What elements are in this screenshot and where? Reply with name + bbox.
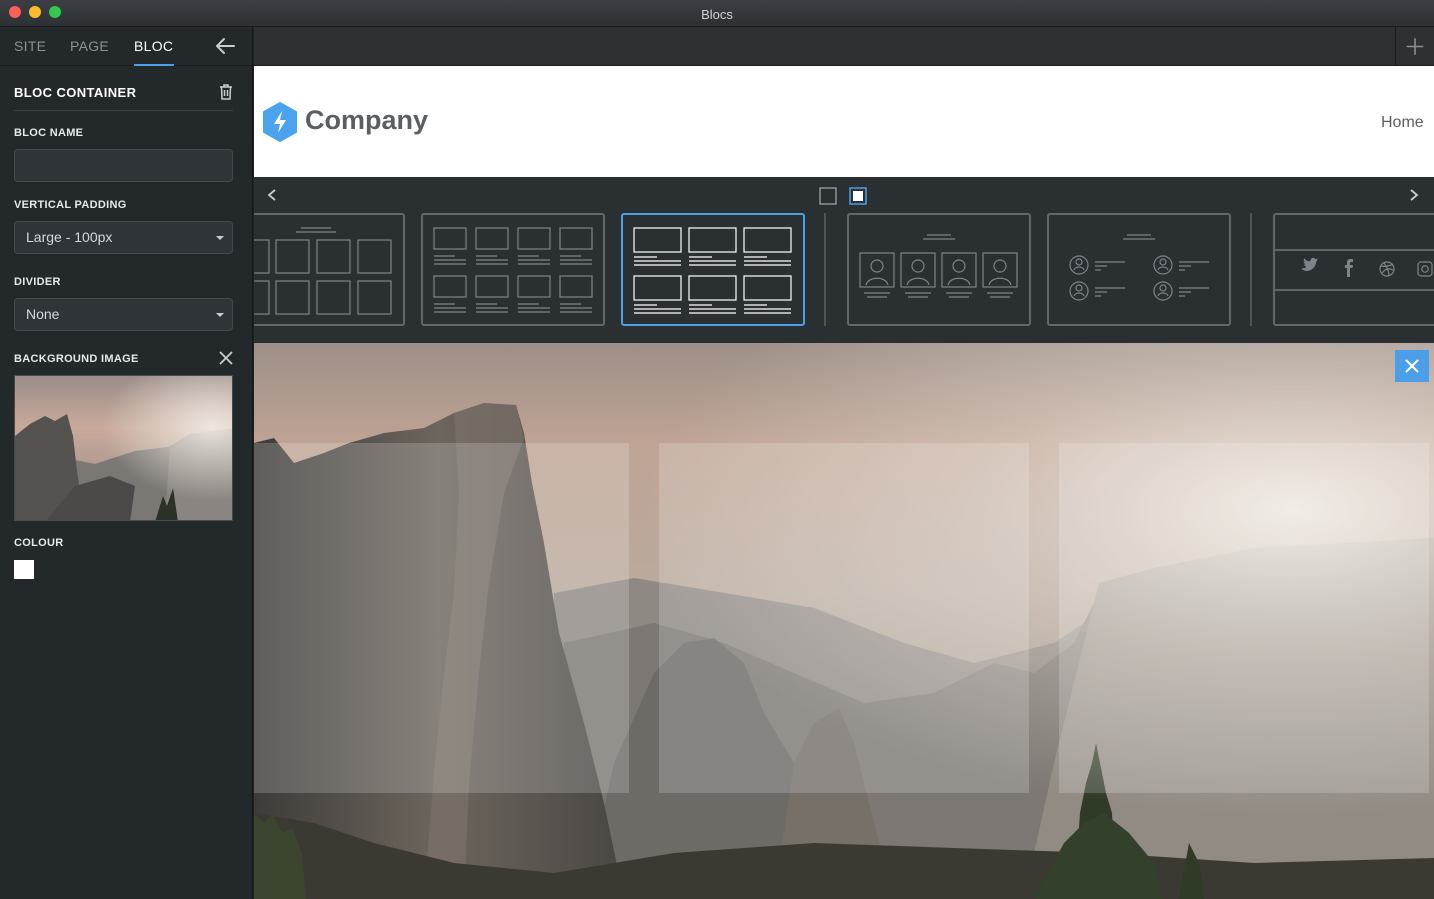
divider-label: DIVIDER — [14, 276, 61, 288]
sidebar: SITE PAGE BLOC BLOC CONTAINER BLOC NAME … — [0, 27, 253, 899]
picker-separator — [1250, 213, 1252, 326]
layout-card-testimonials[interactable] — [1047, 213, 1231, 326]
picker-separator — [824, 213, 826, 326]
window-titlebar: Blocs — [0, 0, 1434, 27]
tab-page[interactable]: PAGE — [70, 38, 109, 54]
layout-card-grid-3x2-selected[interactable] — [621, 213, 805, 326]
background-image-thumbnail[interactable] — [14, 375, 233, 521]
layout-card-social-links[interactable] — [1273, 213, 1434, 326]
instagram-icon — [1417, 261, 1433, 277]
canvas-toolbar — [254, 27, 1434, 66]
view-toggle-contained-icon[interactable] — [849, 187, 867, 205]
twitter-icon — [1302, 257, 1318, 271]
dropdown-caret-icon — [216, 313, 224, 317]
content-bloc-background[interactable] — [254, 343, 1434, 899]
bolt-logo-icon — [263, 102, 297, 142]
dribbble-icon — [1379, 261, 1395, 277]
colour-swatch[interactable] — [14, 560, 34, 579]
divider-value: None — [26, 306, 60, 322]
vertical-padding-select[interactable]: Large - 100px — [14, 221, 233, 254]
window-title: Blocs — [701, 7, 733, 22]
plus-icon[interactable] — [1395, 27, 1434, 66]
colour-label: COLOUR — [14, 537, 64, 549]
layout-card-team-profiles[interactable] — [847, 213, 1031, 326]
section-divider — [14, 110, 233, 111]
divider-select[interactable]: None — [14, 298, 233, 331]
bloc-name-label: BLOC NAME — [14, 127, 84, 139]
vertical-padding-label: VERTICAL PADDING — [14, 199, 127, 211]
column-placeholder-1[interactable] — [254, 443, 629, 793]
chevron-left-icon[interactable] — [264, 187, 280, 203]
nav-link-home[interactable]: Home — [1381, 114, 1424, 132]
bloc-name-input[interactable] — [14, 149, 233, 182]
section-title: BLOC CONTAINER — [14, 85, 137, 100]
column-placeholder-2[interactable] — [659, 443, 1029, 793]
column-placeholder-3[interactable] — [1059, 443, 1429, 793]
facebook-icon — [1345, 259, 1353, 277]
back-arrow-icon[interactable] — [214, 37, 236, 55]
bloc-layout-picker — [254, 177, 1434, 343]
header-bloc[interactable]: Company Home — [254, 66, 1434, 177]
tab-bloc[interactable]: BLOC — [134, 38, 173, 54]
chevron-right-icon[interactable] — [1406, 187, 1422, 203]
layout-card-grid-4x2[interactable] — [254, 213, 405, 326]
logo-text[interactable]: Company — [305, 105, 428, 136]
vertical-padding-value: Large - 100px — [26, 229, 113, 245]
background-image-label: BACKGROUND IMAGE — [14, 353, 139, 365]
active-tab-indicator — [134, 64, 174, 66]
sidebar-tabs: SITE PAGE BLOC — [0, 27, 252, 66]
close-icon[interactable] — [1395, 350, 1429, 382]
tab-site[interactable]: SITE — [14, 38, 46, 54]
trash-icon[interactable] — [219, 84, 233, 100]
dropdown-caret-icon — [216, 236, 224, 240]
view-toggle-full-icon[interactable] — [819, 187, 837, 205]
close-icon[interactable] — [219, 351, 233, 365]
main-canvas: Company Home — [254, 27, 1434, 899]
layout-card-grid-4x2-text[interactable] — [421, 213, 605, 326]
